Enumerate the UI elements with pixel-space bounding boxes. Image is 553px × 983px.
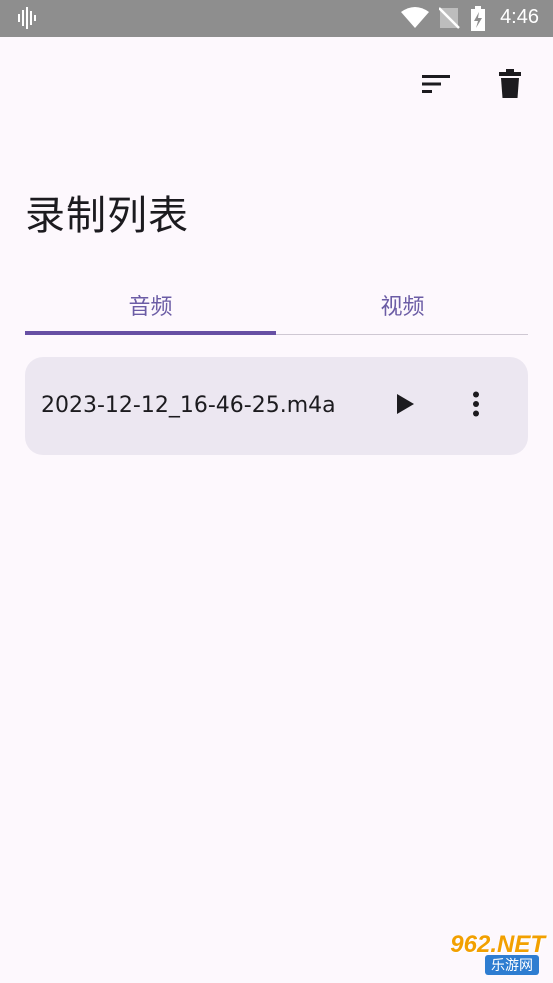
status-time: 4:46 bbox=[500, 6, 539, 28]
more-options-button[interactable] bbox=[456, 386, 496, 426]
watermark-logo: 962.NET 乐游网 bbox=[417, 931, 545, 975]
sort-icon bbox=[421, 73, 451, 99]
tab-bar: 音频 视频 bbox=[25, 276, 528, 335]
recording-file-name: 2023-12-12_16-46-25.m4a bbox=[41, 393, 336, 418]
tab-video[interactable]: 视频 bbox=[277, 276, 528, 334]
page-title: 录制列表 bbox=[25, 193, 189, 239]
more-vert-icon bbox=[472, 391, 480, 421]
battery-charging-icon bbox=[470, 6, 486, 36]
delete-icon bbox=[499, 69, 521, 103]
wifi-icon bbox=[400, 6, 430, 34]
watermark-sub-text: 乐游网 bbox=[485, 955, 539, 975]
play-button[interactable] bbox=[385, 386, 425, 426]
delete-button[interactable] bbox=[490, 66, 530, 106]
sort-button[interactable] bbox=[416, 66, 456, 106]
play-icon bbox=[395, 393, 415, 419]
no-signal-icon bbox=[438, 6, 461, 34]
status-bar: 4:46 bbox=[0, 0, 553, 37]
sound-wave-icon bbox=[17, 6, 39, 34]
recording-list-item[interactable]: 2023-12-12_16-46-25.m4a bbox=[25, 357, 528, 455]
tab-selected-indicator bbox=[25, 331, 276, 335]
tab-audio[interactable]: 音频 bbox=[25, 276, 276, 334]
